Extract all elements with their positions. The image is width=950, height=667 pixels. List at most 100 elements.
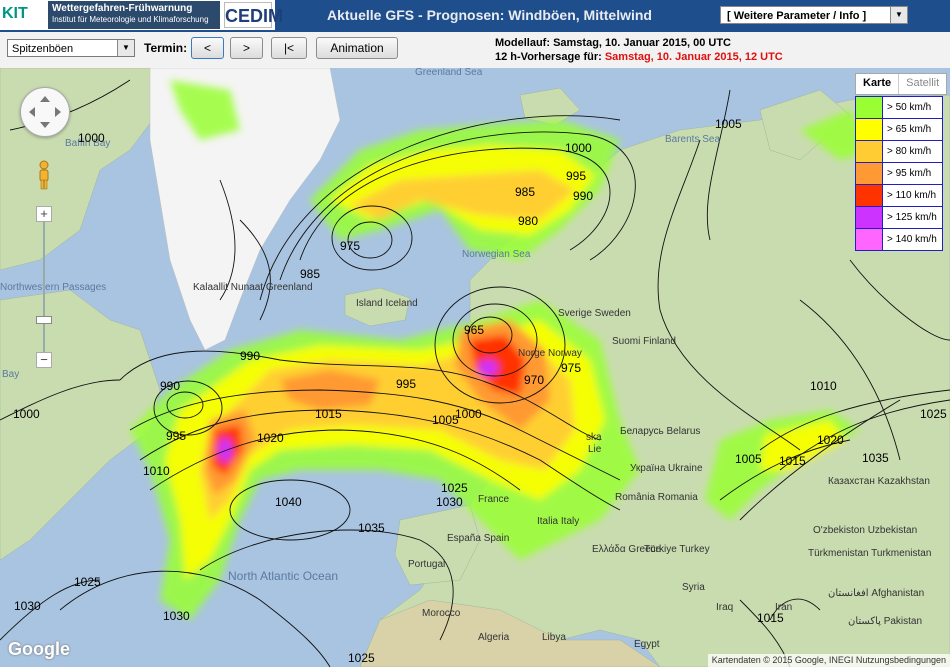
- legend-row: > 125 km/h: [856, 207, 942, 229]
- isobar-label: 1015: [779, 454, 806, 468]
- warning-banner-logo[interactable]: Wettergefahren-Frühwarnung Institut für …: [48, 1, 220, 29]
- google-logo[interactable]: Google: [8, 639, 70, 660]
- isobar-label: 1035: [862, 451, 889, 465]
- isobar-label: 1010: [810, 379, 837, 393]
- zoom-slider-track[interactable]: [43, 222, 45, 352]
- legend-row: > 50 km/h: [856, 97, 942, 119]
- street-view-pegman-icon[interactable]: [36, 160, 52, 190]
- logo-strip: KIT Wettergefahren-Frühwarnung Institut …: [0, 0, 283, 30]
- kit-logo[interactable]: KIT: [2, 2, 48, 26]
- isobar-label: 990: [573, 189, 593, 203]
- zoom-slider-handle[interactable]: [36, 316, 52, 324]
- zoom-in-button[interactable]: +: [36, 206, 52, 222]
- place-label: España Spain: [447, 533, 509, 544]
- place-label: Norge Norway: [518, 348, 582, 359]
- zoom-control: + −: [36, 206, 52, 368]
- isobar-label: 975: [561, 361, 581, 375]
- legend-label: > 95 km/h: [887, 168, 932, 179]
- isobar-label: 1005: [735, 452, 762, 466]
- place-label: Kalaallit Nunaat Greenland: [193, 282, 313, 293]
- isobar-label: 995: [166, 429, 186, 443]
- place-label: Syria: [682, 582, 705, 593]
- place-label: Sverige Sweden: [558, 308, 631, 319]
- place-label: France: [478, 494, 510, 505]
- legend-row: > 80 km/h: [856, 141, 942, 163]
- map-copyright[interactable]: Kartendaten © 2015 Google, INEGI Nutzung…: [707, 654, 950, 667]
- map-type-map-button[interactable]: Karte: [856, 74, 898, 94]
- parameter-select[interactable]: [ Weitere Parameter / Info ] ▼: [720, 6, 908, 24]
- isobar-label: 980: [518, 214, 538, 228]
- app-header: KIT Wettergefahren-Frühwarnung Institut …: [0, 0, 950, 32]
- isobar-label: 1015: [315, 407, 342, 421]
- place-label: Libya: [542, 632, 566, 643]
- place-label: România Romania: [615, 492, 698, 503]
- legend-label: > 110 km/h: [887, 190, 937, 201]
- isobar-label: 975: [340, 239, 360, 253]
- isobar-label: 970: [524, 373, 544, 387]
- legend-row: > 140 km/h: [856, 229, 942, 250]
- cedim-logo[interactable]: CEDIM: [224, 2, 283, 28]
- field-select-value: Spitzenböen: [12, 43, 74, 55]
- run-info: Modellauf: Samstag, 10. Januar 2015, 00 …: [495, 36, 783, 64]
- place-label: Egypt: [634, 639, 660, 650]
- legend-swatch: [856, 141, 883, 162]
- isobar-label: 1030: [436, 495, 463, 509]
- isobar-label: 1025: [74, 575, 101, 589]
- place-label: North Atlantic Ocean: [228, 569, 338, 583]
- next-step-button[interactable]: >: [230, 37, 263, 59]
- place-label: Казахстан Kazakhstan: [828, 476, 930, 487]
- forecast-label: 12 h-Vorhersage für:: [495, 51, 605, 63]
- legend-row: > 65 km/h: [856, 119, 942, 141]
- place-label: Lie: [588, 444, 602, 455]
- place-label: Türkiye Turkey: [644, 544, 710, 555]
- legend-label: > 125 km/h: [887, 212, 937, 223]
- first-step-button[interactable]: |<: [271, 37, 307, 59]
- parameter-select-value: [ Weitere Parameter / Info ]: [727, 10, 867, 22]
- map-type-satellite-button[interactable]: Satellit: [898, 74, 946, 94]
- legend-swatch: [856, 97, 883, 118]
- isobar-label: 1025: [441, 481, 468, 495]
- place-label: Italia Italy: [537, 516, 579, 527]
- legend-row: > 110 km/h: [856, 185, 942, 207]
- page-title: Aktuelle GFS - Prognosen: Windböen, Mitt…: [327, 7, 652, 23]
- isobar-label: 1030: [163, 609, 190, 623]
- animation-button[interactable]: Animation: [316, 37, 398, 59]
- isobar-label: 965: [464, 323, 484, 337]
- pan-arrows-icon: [29, 96, 61, 128]
- legend-swatch: [856, 207, 883, 228]
- legend-swatch: [856, 185, 883, 206]
- map-canvas[interactable]: Greenland Sea Baffin Bay Barents Sea Nor…: [0, 68, 950, 667]
- isobar-label: 1000: [13, 407, 40, 421]
- isobar-label: 1030: [14, 599, 41, 613]
- forecast-map[interactable]: Greenland Sea Baffin Bay Barents Sea Nor…: [0, 68, 950, 667]
- legend-label: > 140 km/h: [887, 234, 937, 245]
- isobar-label: 1035: [358, 521, 385, 535]
- field-select[interactable]: Spitzenböen ▼: [7, 39, 135, 57]
- place-label: Norwegian Sea: [462, 249, 531, 260]
- model-run-label: Modellauf:: [495, 37, 554, 49]
- place-label: Bay: [2, 369, 19, 380]
- place-label: Türkmenistan Turkmenistan: [808, 548, 931, 559]
- pan-control[interactable]: [20, 87, 70, 137]
- place-label: Iraq: [716, 602, 733, 613]
- legend-swatch: [856, 229, 883, 250]
- previous-step-button[interactable]: <: [191, 37, 224, 59]
- zoom-out-button[interactable]: −: [36, 352, 52, 368]
- place-label: پاکستان Pakistan: [848, 616, 922, 627]
- isobar-label: 1025: [348, 651, 375, 665]
- isobar-label: 995: [566, 169, 586, 183]
- isobar-label: 1020: [817, 433, 844, 447]
- isobar-label: 1020: [257, 431, 284, 445]
- place-label: افغانستان Afghanistan: [828, 588, 924, 599]
- place-label: Suomi Finland: [612, 336, 676, 347]
- chevron-down-icon: ▼: [117, 40, 134, 56]
- legend-row: > 95 km/h: [856, 163, 942, 185]
- legend-swatch: [856, 119, 883, 140]
- isobar-label: 985: [515, 185, 535, 199]
- isobar-label: 1005: [715, 117, 742, 131]
- isobar-label: 1015: [757, 611, 784, 625]
- place-label: Україна Ukraine: [630, 463, 703, 474]
- forecast-valid-time: Samstag, 10. Januar 2015, 12 UTC: [604, 51, 783, 63]
- place-label: Беларусь Belarus: [620, 426, 700, 437]
- place-label: ska: [586, 432, 602, 443]
